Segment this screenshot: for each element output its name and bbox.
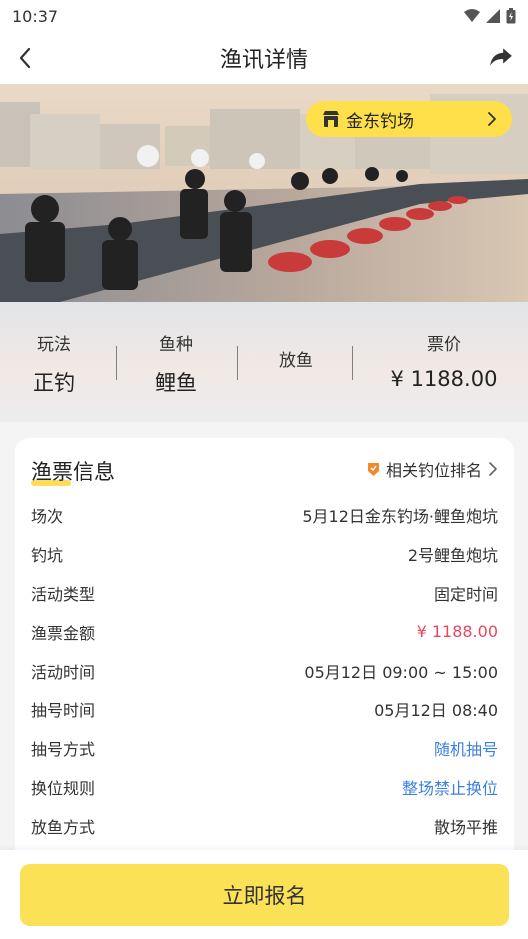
summary-fish-label: 鱼种	[159, 335, 193, 355]
related-rank-label: 相关钓位排名	[385, 461, 482, 480]
summary-price-label: 票价	[427, 335, 461, 355]
share-icon[interactable]	[488, 44, 514, 70]
info-row-swap-rule: 换位规则 整场禁止换位	[15, 768, 514, 807]
info-row-session: 场次 5月12日金东钓场·鲤鱼炮坑	[15, 496, 514, 535]
chevron-right-icon	[489, 462, 497, 476]
info-row-ticket-amount: 渔票金额 ¥ 1188.00	[15, 612, 514, 651]
info-row-value: 固定时间	[433, 584, 498, 604]
summary-divider	[116, 346, 117, 380]
venue-name-button[interactable]: 金东钓场	[306, 101, 512, 137]
info-row-draw-time: 抽号时间 05月12日 08:40	[15, 690, 514, 729]
summary-price: 票价 ¥ 1188.00	[384, 330, 504, 391]
summary-strip: 玩法 正钓 鱼种 鲤鱼 放鱼 票价 ¥ 1188.00	[0, 302, 528, 422]
back-arrow-icon[interactable]	[14, 46, 38, 70]
summary-fish: 鱼种 鲤鱼	[154, 330, 198, 397]
summary-play-value: 正钓	[33, 371, 75, 395]
info-rows: 场次 5月12日金东钓场·鲤鱼炮坑 钓坑 2号鲤鱼炮坑 活动类型 固定时间 渔票…	[15, 496, 514, 845]
card-title: 渔票信息	[31, 460, 115, 484]
page-title: 渔讯详情	[219, 48, 308, 73]
info-row-value: 05月12日 09:00 ~ 15:00	[304, 662, 498, 682]
badge-icon	[367, 462, 379, 476]
info-row-pit: 钓坑 2号鲤鱼炮坑	[15, 535, 514, 574]
info-row-value: 05月12日 08:40	[374, 701, 498, 721]
summary-play-label: 玩法	[37, 335, 71, 355]
bottom-bar: 立即报名	[0, 850, 528, 939]
info-row-label: 放鱼方式	[31, 817, 96, 837]
info-row-value: 5月12日金东钓场·鲤鱼炮坑	[302, 507, 498, 527]
draw-method-link[interactable]: 随机抽号	[434, 736, 498, 760]
store-icon	[323, 111, 339, 127]
summary-release-label: 放鱼	[279, 351, 313, 371]
info-row-label: 抽号时间	[31, 701, 96, 721]
battery-icon	[506, 8, 516, 24]
info-row-value: 2号鲤鱼炮坑	[407, 546, 498, 566]
info-row-release-method: 放鱼方式 散场平推	[15, 806, 514, 845]
info-row-activity-type: 活动类型 固定时间	[15, 574, 514, 613]
info-row-label: 换位规则	[31, 778, 96, 798]
chevron-right-icon	[488, 112, 496, 126]
info-row-label: 钓坑	[31, 546, 64, 566]
wifi-icon	[464, 9, 480, 22]
info-row-label: 活动类型	[31, 584, 96, 604]
card-header: 渔票信息 相关钓位排名	[15, 438, 514, 498]
related-rank-link[interactable]: 相关钓位排名	[367, 457, 498, 481]
status-time: 10:37	[12, 6, 59, 26]
summary-play: 玩法 正钓	[32, 330, 76, 397]
info-row-label: 渔票金额	[31, 623, 96, 643]
status-icons	[464, 8, 516, 24]
info-row-value: 散场平推	[433, 817, 498, 837]
info-row-label: 场次	[31, 507, 64, 527]
info-row-draw-method: 抽号方式 随机抽号	[15, 729, 514, 768]
summary-release: 放鱼	[274, 346, 318, 371]
summary-divider	[352, 346, 353, 380]
signup-button[interactable]: 立即报名	[20, 864, 509, 926]
swap-rule-link[interactable]: 整场禁止换位	[402, 775, 498, 799]
ticket-info-card: 渔票信息 相关钓位排名 场次 5月12日金东钓场·鲤鱼炮坑 钓坑 2号鲤鱼炮坑 …	[15, 438, 514, 868]
summary-price-value: ¥ 1188.00	[390, 367, 498, 391]
venue-name: 金东钓场	[346, 111, 414, 132]
info-row-label: 抽号方式	[31, 740, 96, 760]
status-bar: 10:37	[0, 0, 528, 32]
summary-fish-value: 鲤鱼	[155, 371, 197, 395]
info-row-label: 活动时间	[31, 662, 96, 682]
signal-icon	[486, 9, 500, 23]
ticket-amount-value: ¥ 1188.00	[416, 622, 498, 642]
summary-divider	[237, 346, 238, 380]
info-row-activity-time: 活动时间 05月12日 09:00 ~ 15:00	[15, 651, 514, 690]
nav-bar: 渔讯详情	[0, 32, 528, 84]
